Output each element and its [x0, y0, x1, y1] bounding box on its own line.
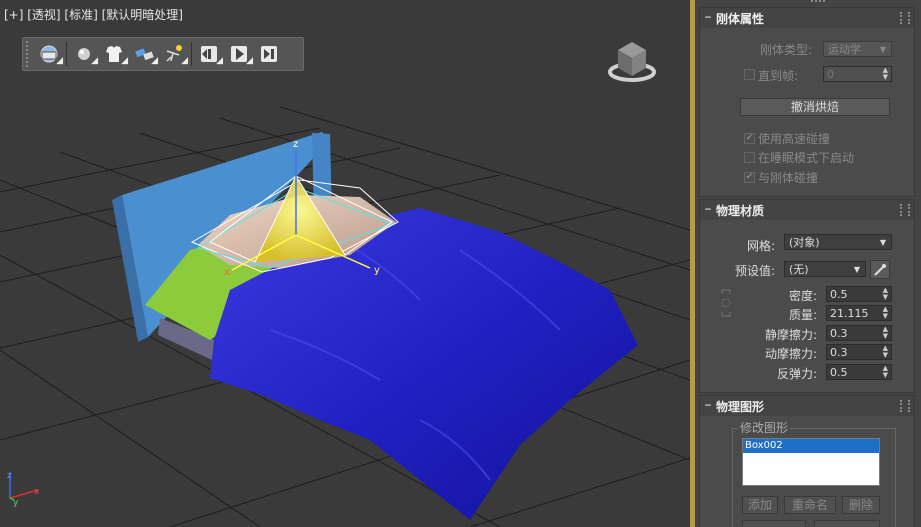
spinner-arrows-icon[interactable]: ▲ ▼ [883, 326, 888, 340]
tripod-label-z: z [7, 471, 12, 481]
mesh-label: 网格: [747, 239, 776, 253]
preset-dropdown[interactable]: (无) ▼ [784, 261, 866, 277]
rollout-header-shapes[interactable]: − 物理图形 [700, 396, 914, 416]
mass-label: 质量: [789, 308, 818, 322]
until-frame-checkbox[interactable] [744, 69, 755, 80]
collapse-minus-icon[interactable]: − [700, 205, 716, 215]
bounciness-label: 反弹力: [777, 367, 818, 381]
spinner-arrows-icon[interactable]: ▲ ▼ [883, 306, 888, 320]
rollout-header-material[interactable]: − 物理材质 [700, 200, 914, 220]
mesh-dropdown[interactable]: (对象) ▼ [784, 234, 892, 250]
constraint-icon[interactable]: ◢ [129, 40, 159, 68]
bounciness-value: 0.5 [830, 366, 848, 379]
density-value: 0.5 [830, 288, 848, 301]
eyedropper-button[interactable] [870, 260, 890, 279]
dropdown-arrow-icon: ▼ [879, 45, 886, 54]
reset-simulation-icon[interactable]: ◢ [194, 40, 224, 68]
high-speed-collision-checkbox[interactable]: ✔ [744, 133, 755, 144]
rigid-type-value: 运动学 [828, 43, 861, 56]
tripod-label-y: y [13, 498, 19, 508]
viewport-label-menu[interactable]: [+] [透视] [标准] [默认明暗处理] [4, 6, 183, 23]
rollout-header-rigid[interactable]: − 刚体属性 [700, 8, 914, 28]
modify-shapes-group-title: 修改图形 [738, 419, 791, 436]
mass-spinner[interactable]: 21.115 ▲ ▼ [826, 305, 892, 321]
dynamic-friction-label: 动摩擦力: [765, 347, 818, 361]
preset-value: (无) [789, 263, 809, 276]
drag-handle-icon[interactable] [900, 12, 910, 24]
perspective-viewport[interactable]: z y x z x y [+] [透视] [标准] [默认明暗处理] ◢ ◢ ◢… [0, 0, 690, 527]
start-sleep-label: 在睡眠模式下启动 [758, 151, 855, 165]
rigid-type-dropdown[interactable]: 运动学 ▼ [823, 41, 892, 57]
command-panel: − 刚体属性 刚体类型: 运动学 ▼ 直到帧: 0 ▲ ▼ 撤消烘焙 ✔ 使用高速碰撞… [695, 0, 921, 527]
copy-shape-button[interactable] [742, 520, 806, 527]
toolbar-grip[interactable] [26, 41, 34, 67]
density-spinner[interactable]: 0.5 ▲ ▼ [826, 286, 892, 302]
rollout-title-shapes: 物理图形 [716, 399, 765, 414]
static-friction-label: 静摩擦力: [765, 328, 818, 342]
preset-label: 预设值: [735, 264, 776, 278]
cloth-icon[interactable]: ◢ [99, 40, 129, 68]
collide-rigid-label: 与刚体碰撞 [758, 171, 819, 185]
mass-value: 21.115 [830, 307, 869, 320]
rollout-title-rigid: 刚体属性 [716, 11, 765, 26]
gizmo-axis-label-x: x [224, 267, 230, 278]
bed-model [112, 132, 638, 520]
panel-top-grip[interactable] [811, 0, 825, 6]
bounciness-spinner[interactable]: 0.5 ▲ ▼ [826, 364, 892, 380]
physical-material-rollout: − 物理材质 网格: (对象) ▼ 预设值: (无) ▼ 密度: 0.5 ▲ ▼ 质量:… [699, 199, 915, 393]
rigid-body-icon[interactable]: ◢ [69, 40, 99, 68]
until-frame-spinner[interactable]: 0 ▲ ▼ [823, 66, 892, 82]
rollout-title-material: 物理材质 [716, 203, 765, 218]
lock-link-icon [721, 289, 731, 317]
dynamic-friction-value: 0.3 [830, 346, 848, 359]
viewport-scene[interactable]: z y x z x y [0, 0, 690, 527]
spinner-arrows-icon[interactable]: ▲ ▼ [883, 287, 888, 301]
drag-handle-icon[interactable] [900, 204, 910, 216]
viewcube [608, 42, 656, 82]
high-speed-collision-label: 使用高速碰撞 [758, 132, 831, 146]
drag-handle-icon[interactable] [900, 400, 910, 412]
massfx-toolbar: ◢ ◢ ◢ ◢ ◢ ◢ ◢ [22, 37, 304, 71]
gizmo-axis-label-y: y [374, 265, 380, 276]
gizmo-axis-label-z: z [293, 139, 298, 150]
collapse-minus-icon[interactable]: − [700, 13, 716, 23]
delete-shape-button[interactable]: 删除 [842, 496, 880, 514]
spinner-arrows-icon[interactable]: ▲ ▼ [883, 365, 888, 379]
ragdoll-icon[interactable]: ◢ [159, 40, 189, 68]
start-sleep-checkbox[interactable] [744, 152, 755, 163]
until-frame-label: 直到帧: [758, 69, 799, 83]
eyedropper-icon [874, 264, 886, 276]
start-simulation-icon[interactable]: ◢ [224, 40, 254, 68]
step-simulation-icon[interactable] [254, 40, 284, 68]
until-frame-value: 0 [827, 68, 834, 81]
rigid-type-label: 刚体类型: [760, 43, 813, 57]
dropdown-arrow-icon: ▼ [853, 265, 860, 274]
shape-list-item[interactable]: Box002 [743, 439, 879, 453]
uncook-button[interactable]: 撤消烘焙 [740, 98, 890, 116]
mass-fx-explorer-icon[interactable]: ◢ [34, 40, 64, 68]
dynamic-friction-spinner[interactable]: 0.3 ▲ ▼ [826, 344, 892, 360]
shape-list[interactable]: Box002 [742, 438, 880, 486]
mesh-value: (对象) [789, 236, 820, 249]
density-label: 密度: [789, 289, 818, 303]
rename-shape-button[interactable]: 重命名 [784, 496, 836, 514]
collide-rigid-checkbox[interactable]: ✔ [744, 172, 755, 183]
rigid-body-properties-rollout: − 刚体属性 刚体类型: 运动学 ▼ 直到帧: 0 ▲ ▼ 撤消烘焙 ✔ 使用高速碰撞… [699, 7, 915, 197]
static-friction-value: 0.3 [830, 327, 848, 340]
paste-shape-button[interactable] [814, 520, 880, 527]
spinner-arrows-icon[interactable]: ▲ ▼ [883, 345, 888, 359]
collapse-minus-icon[interactable]: − [700, 401, 716, 411]
tripod-label-x: x [34, 487, 40, 497]
physical-shapes-rollout: − 物理图形 修改图形 Box002 添加 重命名 删除 [699, 395, 915, 527]
dropdown-arrow-icon: ▼ [879, 238, 886, 247]
static-friction-spinner[interactable]: 0.3 ▲ ▼ [826, 325, 892, 341]
add-shape-button[interactable]: 添加 [742, 496, 778, 514]
spinner-arrows-icon[interactable]: ▲ ▼ [883, 67, 888, 81]
